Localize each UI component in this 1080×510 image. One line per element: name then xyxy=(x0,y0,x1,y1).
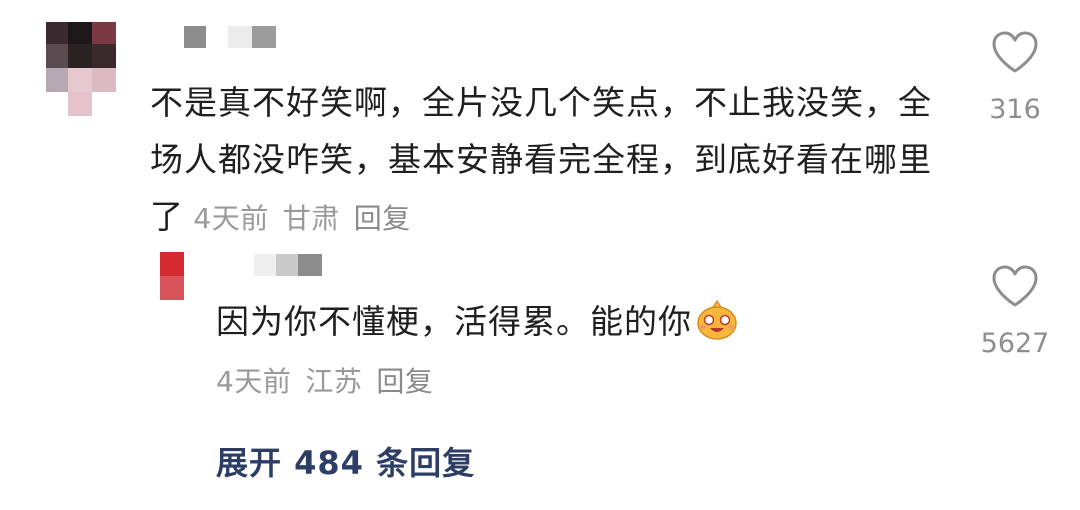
comment-meta: 4天前 甘肃 回复 xyxy=(184,202,425,235)
reply-reply-button[interactable]: 回复 xyxy=(376,365,433,398)
comment-like: 316 xyxy=(975,30,1055,125)
like-count: 5627 xyxy=(980,328,1050,359)
laughing-crying-emoji-icon xyxy=(697,299,737,340)
reply-username[interactable] xyxy=(254,254,322,276)
reply-text: 因为你不懂梗，活得累。能的你 xyxy=(216,297,936,347)
username[interactable] xyxy=(184,26,276,48)
like-count: 316 xyxy=(989,94,1041,125)
reply-meta: 4天前 江苏 回复 xyxy=(216,360,447,400)
heart-icon[interactable] xyxy=(991,30,1039,74)
reply-time: 4天前 xyxy=(216,365,292,398)
comment-location: 甘肃 xyxy=(282,202,340,235)
reply-avatar[interactable] xyxy=(160,252,184,300)
reply-location: 江苏 xyxy=(305,365,363,398)
reply-body: 因为你不懂梗，活得累。能的你 xyxy=(216,302,692,341)
avatar[interactable] xyxy=(46,22,116,116)
comment-reply-button[interactable]: 回复 xyxy=(354,202,411,235)
reply-like: 5627 xyxy=(975,264,1055,359)
comment-time: 4天前 xyxy=(193,202,269,235)
expand-replies-button[interactable]: 展开 484 条回复 xyxy=(216,438,475,484)
heart-icon[interactable] xyxy=(991,264,1039,308)
comment-text: 不是真不好笑啊，全片没几个笑点，不止我没笑，全场人都没咋笑，基本安静看完全程，到… xyxy=(150,74,950,247)
